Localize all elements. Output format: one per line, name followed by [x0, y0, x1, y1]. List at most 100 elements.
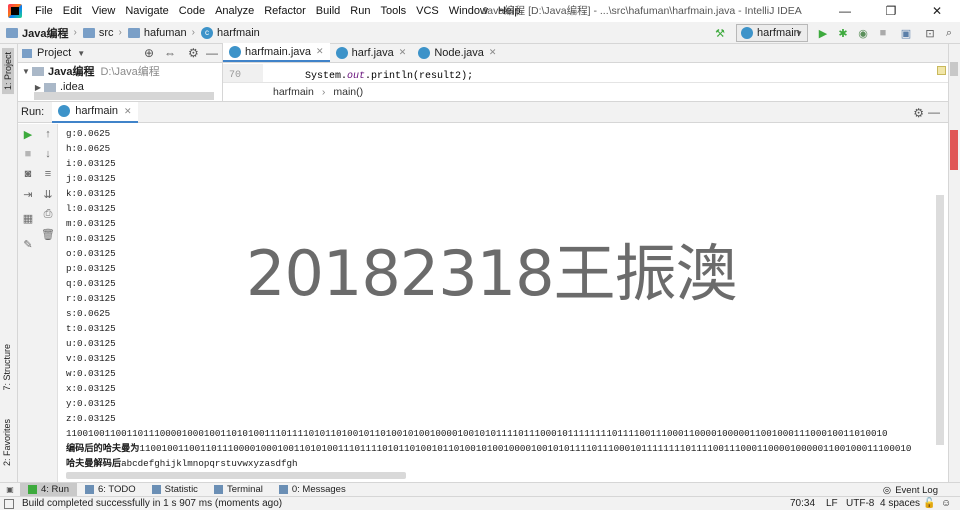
tool-tab-messages[interactable]: 0: Messages [271, 483, 354, 497]
hide-panel-icon[interactable]: — [928, 105, 940, 119]
trash-icon[interactable]: 🗑 [40, 226, 56, 242]
sdk-icon[interactable]: ⊡ [922, 25, 938, 41]
line-separator[interactable]: LF [826, 497, 838, 510]
run-panel-header: Run: harfmain ✕ ⚙ — [18, 101, 948, 123]
hide-panel-icon[interactable]: — [206, 46, 218, 60]
arrow-up-icon[interactable]: ↑ [40, 126, 56, 142]
file-encoding[interactable]: UTF-8 [846, 497, 874, 510]
console-line: g:0.0625 [66, 128, 111, 139]
locate-target-icon[interactable]: ⊕ [144, 46, 154, 60]
search-everywhere-icon[interactable]: ⌕ [941, 25, 957, 41]
tab-harfmain[interactable]: harfmain.java ✕ [223, 43, 330, 62]
layout-icon[interactable]: ▦ [20, 210, 36, 226]
minimize-button[interactable]: — [822, 0, 868, 22]
tree-item-selected[interactable] [34, 92, 214, 100]
favorites-tool-tab[interactable]: 2: Favorites [2, 419, 12, 466]
run-configuration-select[interactable]: harfmain ▼ [736, 24, 808, 42]
ant-tool-tab[interactable] [950, 62, 958, 76]
build-hammer-icon[interactable]: ⚒ [712, 25, 728, 41]
breadcrumb-package[interactable]: hafuman › [127, 27, 195, 39]
main-menu: File Edit View Navigate Code Analyze Ref… [30, 0, 526, 22]
stop-icon[interactable]: ■ [875, 25, 891, 41]
gear-icon[interactable]: ⚙ [913, 106, 924, 120]
tool-tab-statistic[interactable]: Statistic [144, 483, 206, 497]
maximize-button[interactable]: ❐ [868, 0, 914, 22]
chevron-right-icon[interactable]: ▶ [32, 83, 44, 92]
decoded-label: 哈夫曼解码后 [66, 458, 122, 469]
structure-tool-tab[interactable]: 7: Structure [2, 344, 12, 391]
collapse-all-icon[interactable]: ⇔ [164, 46, 176, 60]
pin-icon[interactable]: ✎ [20, 236, 36, 252]
rerun-icon[interactable]: ▶ [20, 126, 36, 142]
class-icon [741, 27, 753, 39]
caret-position[interactable]: 70:34 [790, 497, 815, 510]
camera-icon[interactable]: ◙ [20, 166, 36, 182]
breadcrumb-project[interactable]: Java编程 › [6, 25, 77, 41]
editor-breadcrumb-class[interactable]: harfmain [273, 86, 314, 98]
close-icon[interactable]: ✕ [399, 47, 407, 58]
project-view-select[interactable]: Project [37, 47, 71, 59]
event-log-button[interactable]: ◎ Event Log [883, 483, 938, 497]
status-message[interactable]: Build completed successfully in 1 s 907 … [22, 497, 282, 510]
horizontal-scrollbar[interactable] [66, 472, 406, 479]
tab-node[interactable]: Node.java ✕ [412, 43, 502, 62]
login-icon[interactable]: ⇥ [20, 186, 36, 202]
stop-icon[interactable]: ■ [20, 146, 36, 162]
vertical-scrollbar[interactable] [936, 195, 944, 445]
folder-icon [44, 82, 56, 92]
run-icon[interactable]: ▶ [815, 25, 831, 41]
close-icon[interactable]: ✕ [316, 46, 324, 57]
menu-view[interactable]: View [87, 0, 121, 22]
indent-setting[interactable]: 4 spaces [880, 497, 920, 510]
tree-item-label: Java编程 [48, 66, 95, 78]
close-window-button[interactable]: ✕ [914, 0, 960, 22]
editor-breadcrumb-method[interactable]: main() [333, 86, 363, 98]
coverage-icon[interactable]: ◉ [855, 25, 871, 41]
menu-navigate[interactable]: Navigate [120, 0, 173, 22]
breadcrumb-src[interactable]: src › [82, 27, 122, 39]
gear-icon[interactable]: ⚙ [188, 46, 199, 60]
left-tool-strip: 1: Project 7: Structure 2: Favorites [0, 44, 18, 482]
menu-file[interactable]: File [30, 0, 58, 22]
line-number-gutter: 70 [223, 64, 263, 82]
project-panel-header: Project ▼ ⊕ ⇔ ⚙ — [18, 44, 222, 63]
soft-wrap-icon[interactable]: ≡ [40, 166, 56, 182]
code-line[interactable]: System.out.println(result2); [305, 71, 473, 82]
menu-tools[interactable]: Tools [375, 0, 411, 22]
menu-build[interactable]: Build [311, 0, 345, 22]
breadcrumb-class[interactable]: c harfmain [201, 26, 260, 39]
toggle-panels-icon[interactable]: ▣ [0, 485, 20, 494]
tab-harf[interactable]: harf.java ✕ [330, 43, 413, 62]
code-field-token: out [347, 71, 366, 82]
menu-code[interactable]: Code [174, 0, 210, 22]
tab-label: Node.java [434, 46, 484, 59]
arrow-down-icon[interactable]: ↓ [40, 146, 56, 162]
menu-analyze[interactable]: Analyze [210, 0, 259, 22]
chevron-down-icon[interactable]: ▼ [77, 49, 85, 58]
close-icon[interactable]: ✕ [124, 106, 132, 117]
console-line: i:0.03125 [66, 158, 116, 169]
chevron-down-icon: ▼ [795, 28, 803, 38]
database-tool-tab[interactable] [950, 130, 958, 170]
menu-refactor[interactable]: Refactor [259, 0, 311, 22]
tool-tab-run[interactable]: 4: Run [20, 482, 77, 497]
chevron-down-icon[interactable]: ▼ [20, 67, 32, 76]
title-bar: File Edit View Navigate Code Analyze Ref… [0, 0, 960, 22]
menu-edit[interactable]: Edit [58, 0, 87, 22]
console-line: t:0.03125 [66, 323, 116, 334]
warning-marker-icon[interactable] [937, 66, 946, 75]
tree-item-project-root[interactable]: ▼ Java编程 D:\Java编程 [18, 63, 222, 79]
lock-icon[interactable]: 🔓 [923, 497, 935, 510]
scroll-to-end-icon[interactable]: ⇊ [40, 186, 56, 202]
project-structure-icon[interactable]: ▣ [898, 25, 914, 41]
inspector-icon[interactable]: ☺ [941, 497, 951, 510]
project-tool-tab[interactable]: 1: Project [2, 48, 14, 95]
tool-tab-todo[interactable]: 6: TODO [77, 483, 144, 497]
run-tab-harfmain[interactable]: harfmain ✕ [52, 101, 138, 123]
print-icon[interactable]: ⎙ [40, 206, 56, 222]
tool-tab-terminal[interactable]: Terminal [206, 483, 271, 497]
close-icon[interactable]: ✕ [489, 47, 497, 58]
menu-run[interactable]: Run [345, 0, 375, 22]
menu-vcs[interactable]: VCS [411, 0, 444, 22]
debug-icon[interactable]: ✱ [835, 25, 851, 41]
